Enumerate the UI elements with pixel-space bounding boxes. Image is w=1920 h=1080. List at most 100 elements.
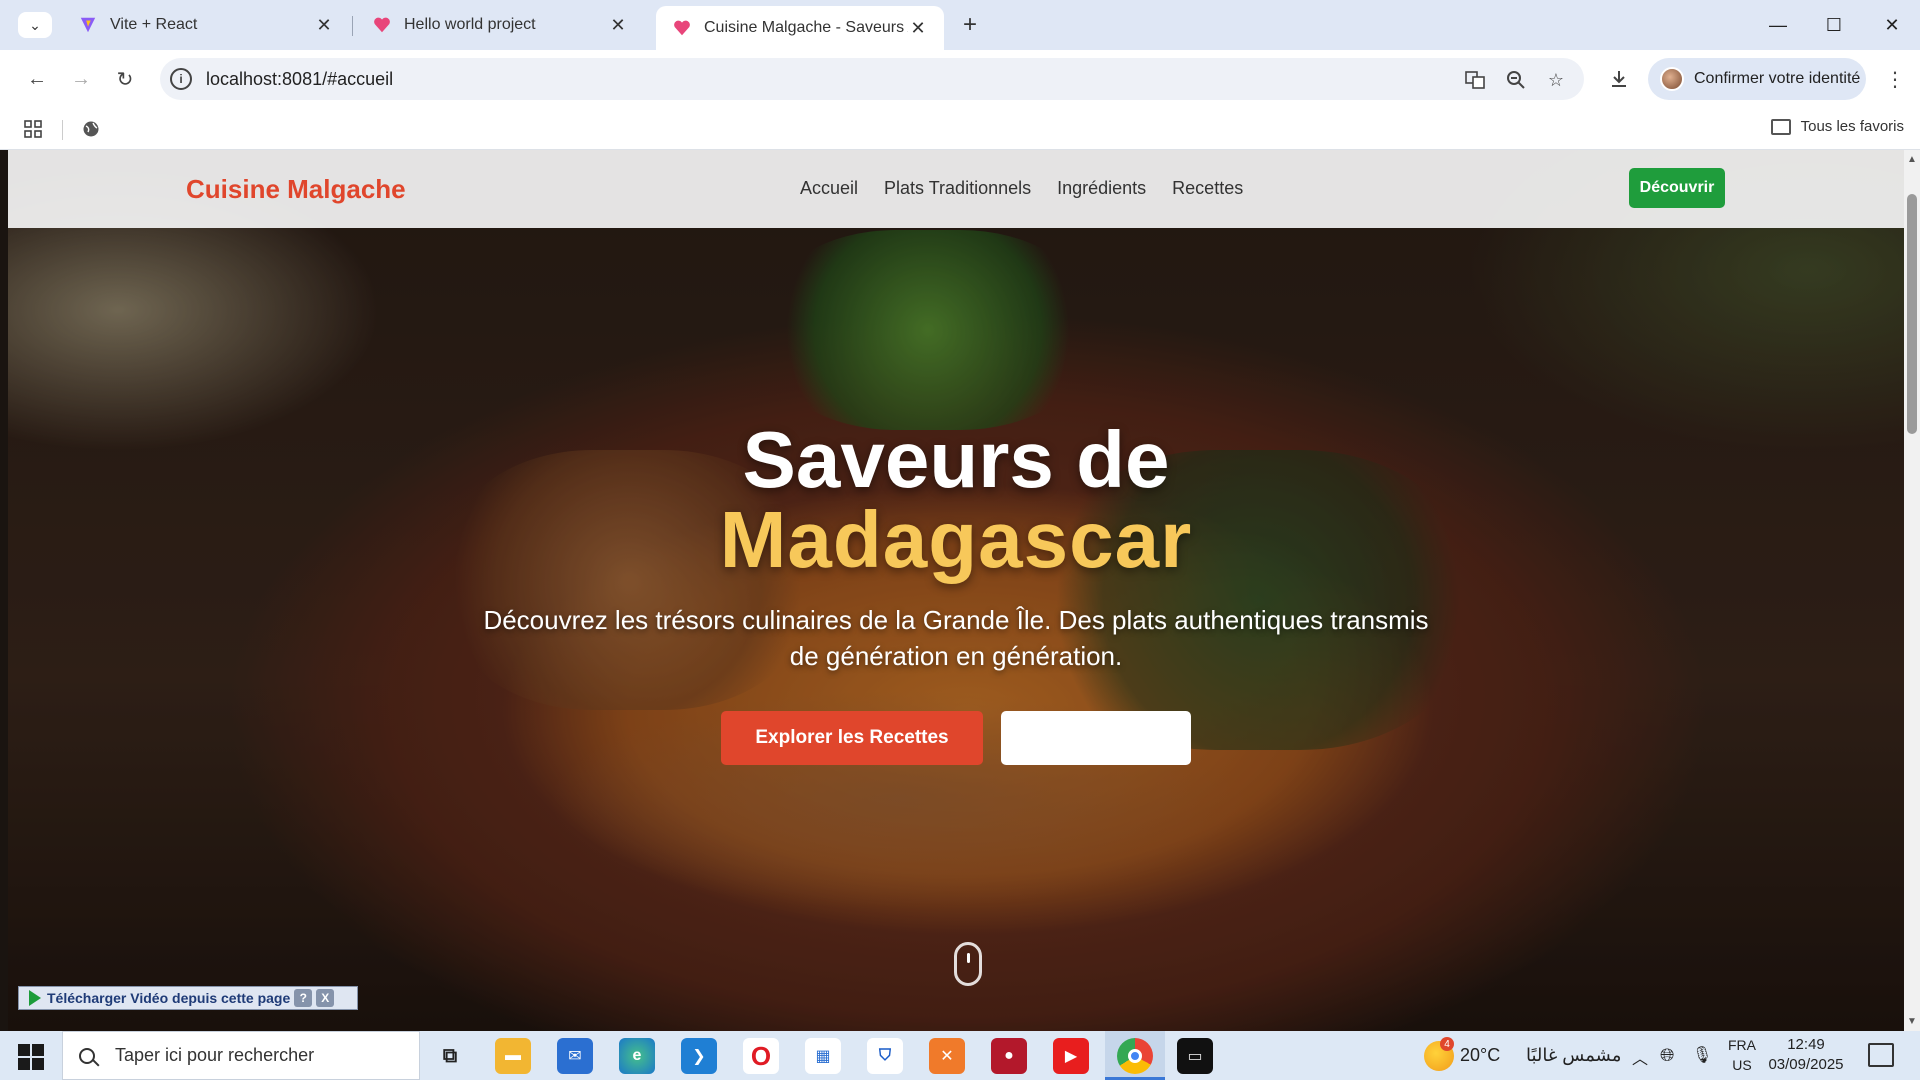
url-text[interactable]: localhost:8081/#accueil (206, 69, 393, 90)
kebab-menu-icon: ⋮ (1885, 68, 1905, 91)
discover-button[interactable]: Découvrir (1629, 168, 1725, 208)
video-download-label[interactable]: Télécharger Vidéo depuis cette page (47, 990, 290, 1006)
profile-button[interactable]: Confirmer votre identité (1648, 58, 1866, 100)
language-line1: FRA (1728, 1037, 1756, 1053)
terminal-icon[interactable]: ▭ (1177, 1038, 1213, 1074)
close-icon[interactable]: ✕ (608, 15, 628, 35)
arrow-left-icon: ← (27, 67, 47, 90)
chevron-up-icon[interactable]: ︿ (1632, 1045, 1648, 1069)
browser-tab-strip: ⌄ Vite + React ✕ Hello world project ✕ C… (0, 0, 1920, 50)
hero-title-line2: Madagascar (719, 495, 1193, 584)
apps-grid-icon[interactable] (20, 116, 46, 142)
microphone-icon[interactable]: 🎙︎ (1692, 1045, 1712, 1065)
mail-icon[interactable]: ✉ (557, 1038, 593, 1074)
weather-temperature[interactable]: 20°C (1460, 1045, 1500, 1066)
scroll-down-arrow-icon[interactable]: ▼ (1907, 1016, 1917, 1027)
all-bookmarks-button[interactable]: Tous les favoris (1770, 118, 1904, 135)
bookmarks-separator (62, 120, 63, 140)
start-button[interactable] (8, 1040, 52, 1072)
chevron-down-icon: ⌄ (29, 16, 41, 33)
profile-label: Confirmer votre identité (1694, 70, 1861, 87)
page-scrollbar[interactable]: ▲ ▼ (1904, 150, 1920, 1031)
tab-cuisine-malgache[interactable]: Cuisine Malgache - Saveurs Aut ✕ (656, 6, 944, 50)
translate-icon[interactable] (1462, 67, 1488, 93)
heart-app-icon (672, 18, 692, 38)
language-indicator[interactable]: FRA US (1724, 1035, 1760, 1075)
vscode-icon[interactable]: ❯ (681, 1038, 717, 1074)
tab-vite-react[interactable]: Vite + React ✕ (62, 6, 350, 44)
star-icon[interactable]: ☆ (1543, 67, 1569, 93)
youtube-icon[interactable]: ▶ (1053, 1038, 1089, 1074)
maximize-button[interactable]: ☐ (1814, 10, 1854, 40)
search-icon (79, 1047, 95, 1064)
browser-toolbar: ← → ↻ i localhost:8081/#accueil ☆ Confir… (0, 50, 1920, 108)
play-icon (29, 990, 41, 1006)
site-brand[interactable]: Cuisine Malgache (186, 174, 406, 205)
maximize-icon: ☐ (1825, 14, 1843, 35)
zoom-icon[interactable] (1503, 67, 1529, 93)
task-view-icon[interactable]: ⧉ (432, 1038, 468, 1074)
help-button[interactable]: ? (294, 989, 313, 1007)
defender-icon[interactable]: ⛉ (867, 1038, 903, 1074)
windows-logo-icon (18, 1044, 30, 1056)
globe-icon[interactable] (78, 116, 104, 142)
hero-subtitle: Découvrez les trésors culinaires de la G… (483, 605, 1429, 671)
bookmarks-bar: Tous les favoris (0, 108, 1920, 150)
reload-button[interactable]: ↻ (110, 64, 140, 94)
system-clock[interactable]: 12:49 03/09/2025 (1766, 1035, 1846, 1075)
clock-date: 03/09/2025 (1768, 1056, 1844, 1073)
download-button[interactable] (1604, 64, 1634, 94)
vite-icon (78, 15, 98, 35)
scroll-up-arrow-icon[interactable]: ▲ (1907, 154, 1917, 165)
chrome-icon[interactable] (1117, 1038, 1153, 1074)
nav-item-recettes[interactable]: Recettes (1172, 178, 1243, 199)
tab-title: Vite + React (110, 16, 198, 33)
folder-icon (1770, 118, 1791, 135)
explore-recipes-button[interactable]: Explorer les Recettes (721, 711, 983, 765)
taskbar-search-placeholder: Taper ici pour rechercher (115, 1045, 315, 1065)
minimize-button[interactable]: — (1758, 10, 1798, 40)
close-window-button[interactable]: ✕ (1872, 10, 1912, 40)
windows-taskbar: Taper ici pour rechercher ⧉ ▬ ✉ e ❯ O ▦ … (0, 1031, 1920, 1080)
download-icon (1612, 71, 1626, 87)
opera-icon[interactable]: O (743, 1038, 779, 1074)
video-download-extension-bar[interactable]: Télécharger Vidéo depuis cette page ? X (18, 986, 358, 1010)
weather-badge: 4 (1440, 1037, 1454, 1051)
scrollbar-thumb[interactable] (1907, 194, 1917, 434)
hero-title-line1: Saveurs de (742, 415, 1170, 504)
all-bookmarks-label: Tous les favoris (1800, 118, 1904, 135)
xampp-icon[interactable]: ✕ (929, 1038, 965, 1074)
site-navbar: Cuisine Malgache Accueil Plats Tradition… (8, 150, 1904, 228)
heart-app-icon (372, 15, 392, 35)
avatar (1660, 67, 1684, 91)
nav-item-accueil[interactable]: Accueil (800, 178, 858, 199)
nav-item-plats-traditionnels[interactable]: Plats Traditionnels (884, 178, 1031, 199)
minimize-icon: — (1769, 14, 1787, 35)
address-bar[interactable]: i localhost:8081/#accueil ☆ (160, 58, 1584, 100)
close-extension-button[interactable]: X (316, 989, 335, 1007)
info-icon[interactable]: i (170, 68, 192, 90)
network-icon[interactable]: 🌐︎ (1660, 1045, 1674, 1066)
nav-links: Accueil Plats Traditionnels Ingrédients … (800, 178, 1243, 199)
view-dishes-button[interactable]: Voir les Plats (1001, 711, 1191, 765)
close-icon[interactable]: ✕ (314, 15, 334, 35)
edge-icon[interactable]: e (619, 1038, 655, 1074)
back-button[interactable]: ← (22, 64, 52, 94)
forward-button[interactable]: → (66, 64, 96, 94)
language-line2: US (1732, 1057, 1752, 1073)
tab-hello-world[interactable]: Hello world project ✕ (356, 6, 644, 44)
close-icon[interactable]: ✕ (908, 18, 928, 38)
scroll-down-icon[interactable] (954, 942, 982, 986)
screen-recorder-icon[interactable]: ● (991, 1038, 1027, 1074)
weather-description[interactable]: مشمس غالبًا (1526, 1045, 1621, 1066)
tab-title: Cuisine Malgache - Saveurs Aut (704, 19, 908, 36)
new-tab-button[interactable]: + (955, 10, 985, 40)
tab-search-button[interactable]: ⌄ (18, 12, 52, 38)
file-explorer-icon[interactable]: ▬ (495, 1038, 531, 1074)
menu-button[interactable]: ⋮ (1880, 64, 1910, 94)
taskbar-search[interactable]: Taper ici pour rechercher (62, 1031, 420, 1080)
arrow-right-icon: → (71, 67, 91, 90)
nav-item-ingredients[interactable]: Ingrédients (1057, 178, 1146, 199)
store-icon[interactable]: ▦ (805, 1038, 841, 1074)
notification-icon[interactable] (1868, 1043, 1894, 1067)
